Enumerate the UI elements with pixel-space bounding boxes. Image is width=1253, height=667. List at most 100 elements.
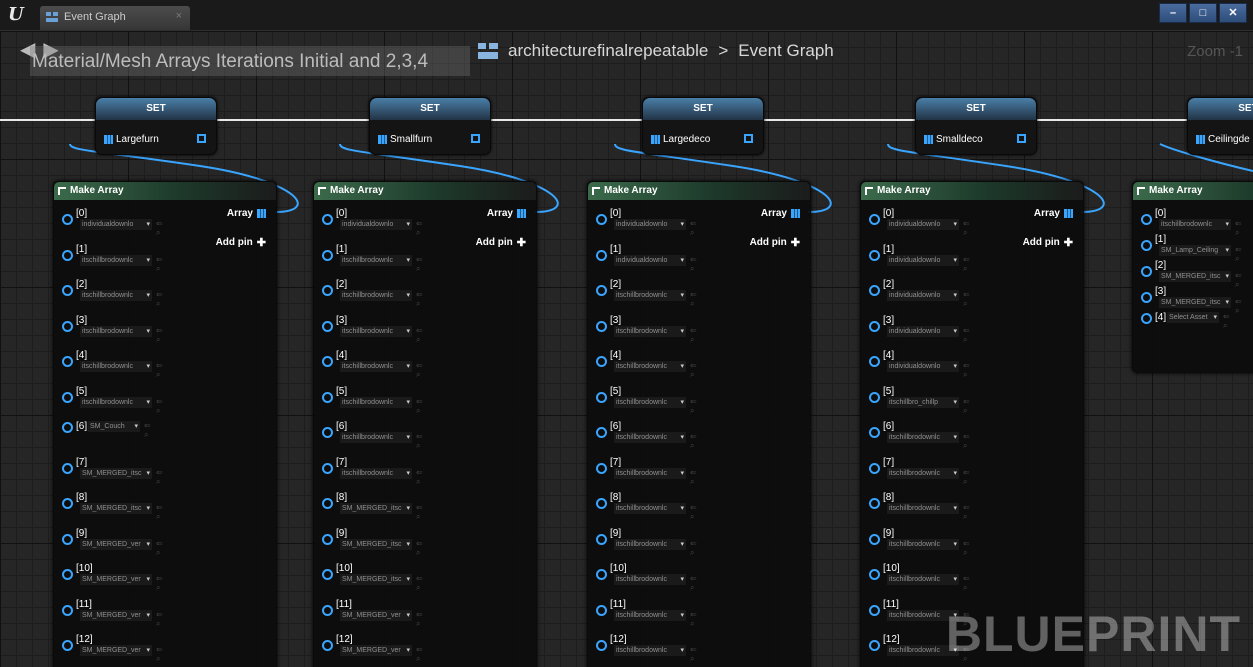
asset-dropdown[interactable]: SM_MERGED_ver ▾ [340, 609, 412, 621]
asset-dropdown[interactable]: individualdownlo ▾ [340, 219, 412, 230]
asset-dropdown[interactable]: individualdownlo ▾ [614, 219, 686, 230]
asset-dropdown[interactable]: Select Asset ▾ [1167, 312, 1219, 323]
asset-dropdown[interactable]: SM_Lamp_Ceiling ▾ [1159, 245, 1231, 256]
pin-connector[interactable] [62, 320, 73, 332]
asset-dropdown[interactable]: SM_MERGED_itsc ▾ [1159, 271, 1231, 282]
set-node[interactable]: SET Smallfurn [369, 97, 491, 155]
asset-dropdown[interactable]: itschillbrodownlc ▾ [80, 325, 152, 337]
asset-dropdown[interactable]: itschillbrodownlc ▾ [340, 361, 412, 372]
browse-icon[interactable]: ⇐ ⌕ [690, 290, 697, 309]
asset-dropdown[interactable]: SM_MERGED_itsc ▾ [80, 503, 152, 514]
browse-icon[interactable]: ⇐ ⌕ [156, 610, 163, 629]
asset-dropdown[interactable]: individualdownlo ▾ [887, 254, 959, 266]
asset-dropdown[interactable]: itschillbrodownlc ▾ [887, 538, 959, 550]
asset-dropdown[interactable]: SM_MERGED_itsc ▾ [80, 467, 152, 479]
asset-dropdown[interactable]: itschillbrodownlc ▾ [614, 396, 686, 408]
pin-connector[interactable] [869, 391, 880, 403]
pin-connector[interactable] [869, 569, 880, 580]
browse-icon[interactable]: ⇐ ⌕ [156, 468, 163, 487]
pin-connector[interactable] [62, 533, 73, 545]
pin-connector[interactable] [869, 320, 880, 332]
browse-icon[interactable]: ⇐ ⌕ [963, 468, 970, 487]
browse-icon[interactable]: ⇐ ⌕ [1235, 245, 1242, 264]
array-output-pin[interactable]: Array [487, 208, 526, 219]
asset-dropdown[interactable]: itschillbrodownlc ▾ [80, 396, 152, 408]
pin-connector[interactable] [596, 640, 607, 651]
pin-connector[interactable] [596, 462, 607, 474]
pin-connector[interactable] [596, 320, 607, 332]
set-variable-pin[interactable]: Largedeco [651, 134, 710, 145]
asset-dropdown[interactable]: SM_MERGED_ver ▾ [80, 574, 152, 585]
pin-connector[interactable] [322, 640, 333, 651]
set-node[interactable]: SET Largefurn [95, 97, 217, 155]
pin-connector[interactable] [322, 320, 333, 332]
browse-icon[interactable]: ⇐ ⌕ [156, 539, 163, 558]
pin-connector[interactable] [322, 462, 333, 474]
pin-connector[interactable] [322, 569, 333, 580]
asset-dropdown[interactable]: SM_MERGED_ver ▾ [80, 538, 152, 550]
add-pin-button[interactable]: Add pin ✚ [1023, 236, 1073, 249]
browse-icon[interactable]: ⇐ ⌕ [416, 397, 423, 416]
browse-icon[interactable]: ⇐ ⌕ [416, 645, 423, 664]
pin-connector[interactable] [62, 356, 73, 367]
pin-connector[interactable] [322, 249, 333, 261]
browse-icon[interactable]: ⇐ ⌕ [416, 255, 423, 274]
pin-connector[interactable] [62, 498, 73, 509]
asset-dropdown[interactable]: SM_MERGED_ver ▾ [80, 609, 152, 621]
asset-dropdown[interactable]: itschillbrodownlc ▾ [614, 290, 686, 301]
make-array-node[interactable]: Make Array Array Add pin ✚ [0] individualdown… [313, 181, 537, 667]
browse-icon[interactable]: ⇐ ⌕ [1223, 312, 1230, 331]
set-variable-pin[interactable]: Smalldeco [924, 134, 983, 145]
make-array-node[interactable]: Make Array [0] itschillbrodownlc ▾ ⇐ ⌕ [1] SM_… [1132, 181, 1253, 373]
array-out-pin[interactable] [744, 134, 753, 143]
array-out-pin[interactable] [1017, 134, 1026, 143]
browse-icon[interactable]: ⇐ ⌕ [690, 574, 697, 593]
browse-icon[interactable]: ⇐ ⌕ [963, 432, 970, 451]
asset-dropdown[interactable]: individualdownlo ▾ [887, 325, 959, 337]
pin-connector[interactable] [322, 391, 333, 403]
array-out-pin[interactable] [197, 134, 206, 143]
asset-dropdown[interactable]: SM_MERGED_ver ▾ [340, 645, 412, 656]
pin-connector[interactable] [322, 427, 333, 438]
add-pin-button[interactable]: Add pin ✚ [476, 236, 526, 249]
pin-connector[interactable] [62, 462, 73, 474]
asset-dropdown[interactable]: individualdownlo ▾ [887, 219, 959, 230]
pin-connector[interactable] [869, 285, 880, 296]
asset-dropdown[interactable]: individualdownlo ▾ [614, 254, 686, 266]
array-out-pin[interactable] [471, 134, 480, 143]
browse-icon[interactable]: ⇐ ⌕ [416, 574, 423, 593]
asset-dropdown[interactable]: itschillbrodownlc ▾ [614, 574, 686, 585]
browse-icon[interactable]: ⇐ ⌕ [1235, 297, 1242, 316]
browse-icon[interactable]: ⇐ ⌕ [690, 255, 697, 274]
pin-connector[interactable] [596, 604, 607, 616]
pin-connector[interactable] [62, 391, 73, 403]
asset-dropdown[interactable]: itschillbrodownlc ▾ [887, 432, 959, 443]
browse-icon[interactable]: ⇐ ⌕ [963, 397, 970, 416]
asset-dropdown[interactable]: SM_MERGED_itsc ▾ [340, 538, 412, 550]
browse-icon[interactable]: ⇐ ⌕ [690, 468, 697, 487]
tab-event-graph[interactable]: Event Graph × [40, 6, 190, 30]
browse-icon[interactable]: ⇐ ⌕ [963, 503, 970, 522]
browse-icon[interactable]: ⇐ ⌕ [416, 610, 423, 629]
asset-dropdown[interactable]: SM_MERGED_itsc ▾ [340, 574, 412, 585]
asset-dropdown[interactable]: itschillbrodownlc ▾ [887, 467, 959, 479]
pin-connector[interactable] [62, 640, 73, 651]
asset-dropdown[interactable]: itschillbrodownlc ▾ [1159, 219, 1231, 230]
breadcrumb-graph[interactable]: Event Graph [738, 41, 833, 61]
asset-dropdown[interactable]: itschillbrodownlc ▾ [340, 325, 412, 337]
browse-icon[interactable]: ⇐ ⌕ [416, 326, 423, 345]
pin-connector[interactable] [869, 462, 880, 474]
asset-dropdown[interactable]: itschillbrodownlc ▾ [614, 361, 686, 372]
pin-connector[interactable] [322, 498, 333, 509]
browse-icon[interactable]: ⇐ ⌕ [144, 421, 151, 440]
asset-dropdown[interactable]: individualdownlo ▾ [887, 361, 959, 372]
asset-dropdown[interactable]: SM_Couch ▾ [88, 421, 140, 432]
browse-icon[interactable]: ⇐ ⌕ [690, 539, 697, 558]
breadcrumb-project[interactable]: architecturefinalrepeatable [508, 41, 708, 61]
browse-icon[interactable]: ⇐ ⌕ [156, 219, 163, 238]
browse-icon[interactable]: ⇐ ⌕ [156, 645, 163, 664]
asset-dropdown[interactable]: itschillbro_chillp ▾ [887, 396, 959, 408]
pin-connector[interactable] [1141, 266, 1152, 277]
asset-dropdown[interactable]: SM_MERGED_ver ▾ [80, 645, 152, 656]
pin-connector[interactable] [869, 604, 880, 616]
